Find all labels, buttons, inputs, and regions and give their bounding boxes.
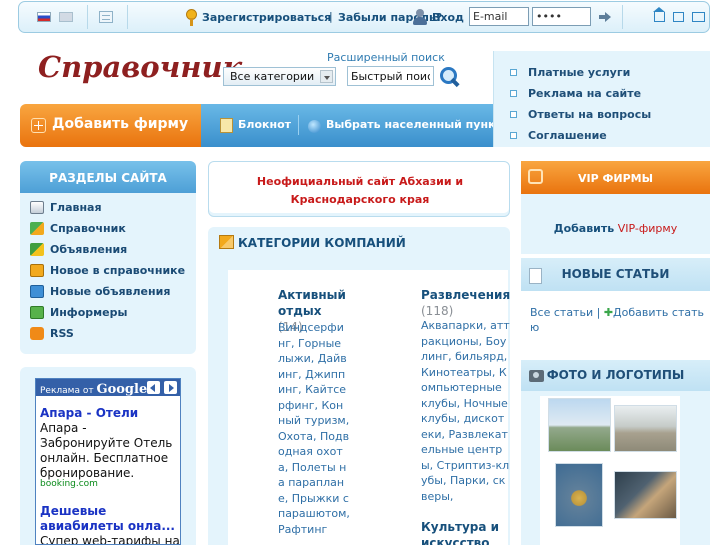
ad-url[interactable]: booking.com <box>40 479 98 489</box>
informers-icon <box>30 306 44 319</box>
plus-icon <box>31 118 46 133</box>
search-input[interactable] <box>347 66 434 86</box>
user-icon <box>413 9 427 25</box>
ad-title-flights[interactable]: Дешевые авиабилеты онла... <box>40 504 180 534</box>
add-firm-label: Добавить фирму <box>52 116 189 132</box>
english-flag-icon[interactable] <box>59 12 73 22</box>
home-icon <box>30 201 44 214</box>
category-select-value: Все категории <box>230 70 315 83</box>
divider <box>622 5 623 29</box>
category-title[interactable]: Развлечения <box>421 288 510 302</box>
nav-item-new-in-directory[interactable]: Новое в справочнике <box>50 264 185 277</box>
sections-title: РАЗДЕЛЫ САЙТА <box>20 161 196 193</box>
divider <box>127 5 128 29</box>
action-bar: Блокнот Выбрать населенный пункт <box>201 104 493 147</box>
russian-flag-icon[interactable] <box>37 12 51 22</box>
vip-title: VIP ФИРМЫ <box>521 161 710 194</box>
category-culture[interactable]: Культура и искусство <box>421 519 501 545</box>
category-count: (118) <box>421 304 454 318</box>
chevron-down-icon <box>320 70 333 83</box>
document-icon[interactable] <box>99 11 113 23</box>
photo-thumbnail[interactable] <box>614 405 677 452</box>
photo-thumbnail[interactable] <box>548 398 611 452</box>
ad-header: Реклама от Google <box>36 379 180 397</box>
site-logo[interactable]: Справочник <box>38 50 242 84</box>
notice-text: Неофициальный сайт Абхазии и Краснодарск… <box>256 175 464 206</box>
separator: | <box>329 10 333 23</box>
faq-link[interactable]: Ответы на вопросы <box>528 108 651 121</box>
ad-text-hotels: Апара - Забронируйте Отель онлайн. Беспл… <box>40 421 173 480</box>
photo-thumbnail[interactable] <box>555 463 603 527</box>
nav-item-new-ads[interactable]: Новые объявления <box>50 285 170 298</box>
key-icon <box>186 9 197 26</box>
chevron-left-icon[interactable] <box>147 381 160 394</box>
category-title[interactable]: Активный отдых <box>278 288 346 318</box>
nav-item-informers[interactable]: Информеры <box>50 306 127 319</box>
bullet-icon <box>510 132 517 139</box>
login-link[interactable]: Вход <box>432 11 464 24</box>
choose-city-link[interactable]: Выбрать населенный пункт <box>326 118 493 131</box>
folder-icon[interactable] <box>673 12 684 22</box>
divider <box>87 5 88 29</box>
chevron-right-icon[interactable] <box>164 381 177 394</box>
category-entertainment[interactable]: Развлечения (118) <box>421 287 511 319</box>
directory-icon <box>30 222 44 235</box>
ad-title-hotels[interactable]: Апара - Отели <box>40 406 138 420</box>
add-vip-link[interactable]: Добавить VIP-фирму <box>521 212 710 245</box>
nav-item-home[interactable]: Главная <box>50 201 102 214</box>
photos-title: ФОТО И ЛОГОТИПЫ <box>521 360 710 391</box>
camera-icon <box>529 370 544 382</box>
categories-icon <box>219 235 234 249</box>
email-field[interactable] <box>469 7 529 26</box>
search-icon[interactable] <box>439 66 461 86</box>
article-icon <box>529 268 542 284</box>
add-vip-suffix: VIP-фирму <box>617 222 678 235</box>
add-vip-label: Добавить <box>553 222 615 235</box>
ad-label: Реклама от Google <box>40 382 148 397</box>
divider <box>298 115 299 135</box>
separator: | <box>596 306 601 319</box>
new-in-directory-icon <box>30 264 44 277</box>
notice-box: Неофициальный сайт Абхазии и Краснодарск… <box>208 161 510 217</box>
new-ads-icon <box>30 285 44 298</box>
photo-thumbnail[interactable] <box>614 471 677 519</box>
articles-links: Все статьи | ✚Добавить статью <box>530 305 706 335</box>
articles-title: НОВЫЕ СТАТЬИ <box>521 258 710 291</box>
google-ad: Реклама от Google Апара - Отели Апара - … <box>35 378 181 545</box>
add-firm-button[interactable]: Добавить фирму <box>20 104 201 147</box>
paid-services-link[interactable]: Платные услуги <box>528 66 630 79</box>
bullet-icon <box>510 111 517 118</box>
ads-icon <box>30 243 44 256</box>
bullet-icon <box>510 69 517 76</box>
advertising-link[interactable]: Реклама на сайте <box>528 87 641 100</box>
nav-item-rss[interactable]: RSS <box>50 327 74 340</box>
category-list-entertainment[interactable]: Аквапарки, аттракционы, Боулинг, бильярд… <box>421 318 510 504</box>
mail-icon[interactable] <box>692 12 705 22</box>
plus-icon: ✚ <box>603 306 614 319</box>
bullet-icon <box>510 90 517 97</box>
register-link[interactable]: Зарегистрироваться <box>202 11 331 24</box>
advanced-search-link[interactable]: Расширенный поиск <box>327 51 445 64</box>
globe-icon <box>308 120 321 133</box>
google-logo: Google <box>96 382 148 397</box>
password-field[interactable] <box>532 7 591 26</box>
category-list-active-rest[interactable]: Виндсерфинг, Горные лыжи, Дайвинг, Джипп… <box>278 320 350 537</box>
ad-text-flights: Супер web-тарифы на <box>40 534 180 545</box>
agreement-link[interactable]: Соглашение <box>528 129 607 142</box>
rss-icon <box>30 327 44 340</box>
all-articles-link[interactable]: Все статьи <box>530 306 593 319</box>
home-icon[interactable] <box>653 7 665 22</box>
categories-title: КАТЕГОРИИ КОМПАНИЙ <box>238 236 406 250</box>
category-select[interactable]: Все категории <box>223 67 336 86</box>
notebook-icon <box>220 118 233 133</box>
top-bar: Зарегистрироваться | Забыли пароль? Вход <box>18 1 710 33</box>
nav-item-ads[interactable]: Объявления <box>50 243 127 256</box>
notebook-link[interactable]: Блокнот <box>238 118 291 131</box>
service-links-panel: Платные услуги Реклама на сайте Ответы н… <box>493 51 710 147</box>
login-submit-arrow-icon[interactable] <box>597 9 613 25</box>
nav-item-directory[interactable]: Справочник <box>50 222 126 235</box>
vip-icon <box>528 169 543 184</box>
